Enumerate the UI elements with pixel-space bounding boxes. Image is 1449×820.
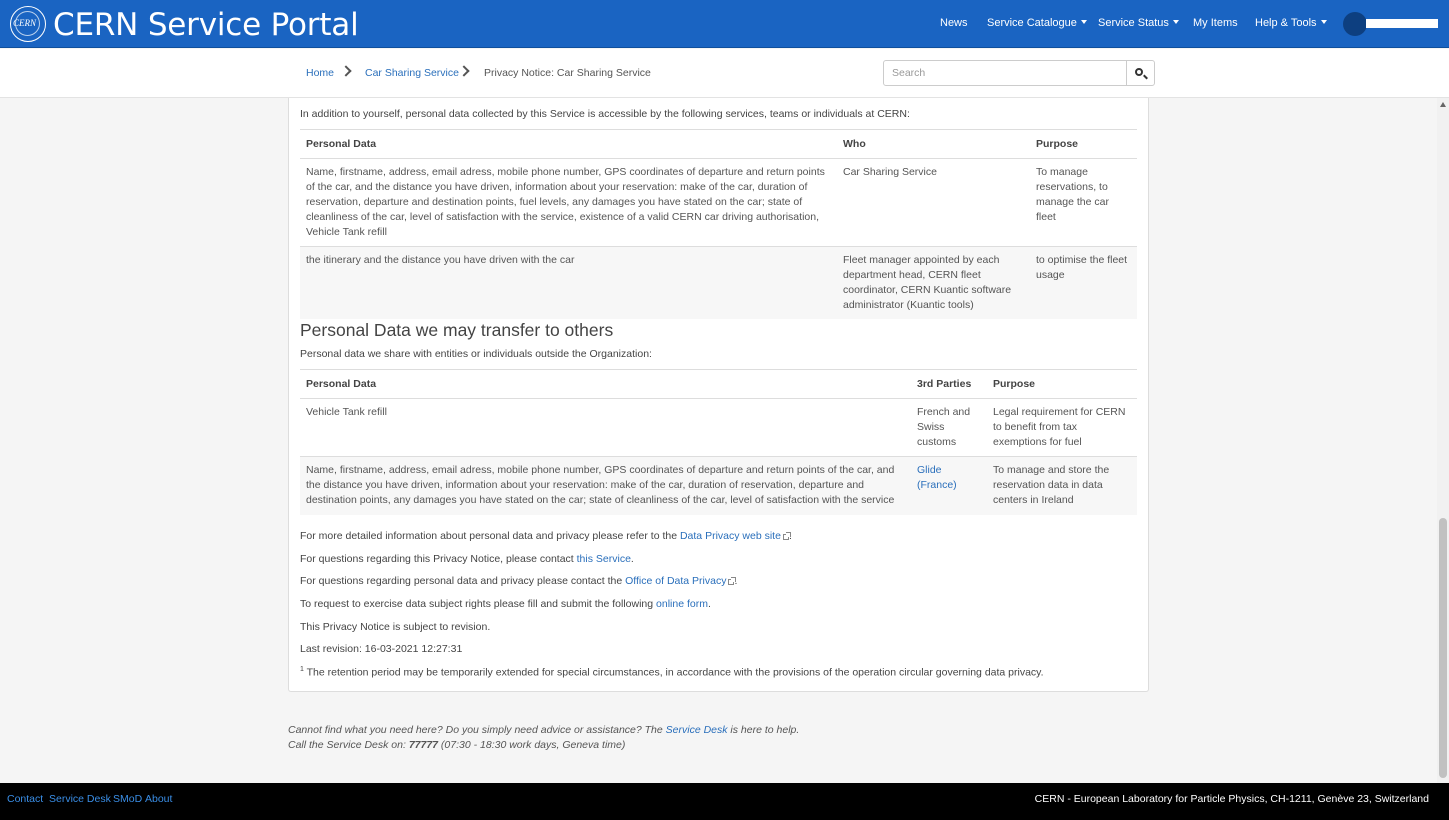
access-table: Personal Data Who Purpose Name, firstnam… — [300, 129, 1137, 319]
info-revision-note: This Privacy Notice is subject to revisi… — [300, 621, 491, 633]
transfer-intro: Personal data we share with entities or … — [300, 348, 652, 360]
cell-purpose: To manage and store the reservation data… — [987, 456, 1137, 515]
glide-link[interactable]: Glide (France) — [917, 464, 957, 491]
help-text: Call the Service Desk on: — [288, 739, 409, 751]
help-line-1: Cannot find what you need here? Do you s… — [288, 724, 799, 736]
transfer-table: Personal Data 3rd Parties Purpose Vehicl… — [300, 369, 1137, 515]
column-header-who: Who — [837, 129, 1030, 159]
search-icon — [1135, 68, 1143, 76]
column-header-third-parties: 3rd Parties — [911, 369, 987, 399]
help-text: (07:30 - 18:30 work days, Geneva time) — [438, 739, 626, 751]
cell-personal-data: the itinerary and the distance you have … — [300, 246, 837, 319]
help-text: is here to help. — [727, 724, 800, 736]
service-desk-number: 77777 — [408, 739, 439, 751]
nav-my-items[interactable]: My Items — [1193, 17, 1238, 29]
search-icon-handle — [1143, 74, 1148, 80]
caret-down-icon — [1320, 20, 1327, 24]
info-text: For more detailed information about pers… — [300, 530, 680, 542]
column-header-purpose: Purpose — [1030, 129, 1137, 159]
chevron-right-icon — [458, 65, 470, 77]
caret-down-icon — [1080, 20, 1087, 24]
info-text: To request to exercise data subject righ… — [300, 598, 657, 610]
scroll-thumb[interactable] — [1439, 518, 1447, 778]
table-row: the itinerary and the distance you have … — [300, 246, 1137, 319]
privacy-notice-card: In addition to yourself, personal data c… — [288, 98, 1149, 692]
search-input[interactable] — [883, 60, 1127, 86]
footer-smod-link[interactable]: SMoD — [113, 793, 142, 805]
table-header-row: Personal Data 3rd Parties Purpose — [300, 369, 1137, 399]
footer-service-desk-link[interactable]: Service Desk — [49, 793, 111, 805]
info-subject-rights: To request to exercise data subject righ… — [300, 598, 711, 610]
user-name-redacted[interactable] — [1366, 19, 1438, 28]
breadcrumb-car-sharing-service[interactable]: Car Sharing Service — [365, 67, 459, 79]
nav-service-catalogue-label: Service Catalogue — [987, 17, 1077, 29]
footer-about-link[interactable]: About — [145, 793, 172, 805]
info-text: For questions regarding personal data an… — [300, 575, 626, 587]
column-header-personal-data: Personal Data — [300, 129, 837, 159]
cell-third-party: Glide (France) — [911, 456, 987, 515]
logo-text: CERN — [13, 18, 37, 28]
nav-news[interactable]: News — [940, 17, 968, 29]
service-desk-link[interactable]: Service Desk — [666, 724, 728, 736]
footnote: 1 The retention period may be temporaril… — [300, 666, 1044, 679]
nav-help-tools[interactable]: Help & Tools — [1255, 17, 1327, 29]
page-footer: Contact Service Desk SMoD About CERN - E… — [0, 783, 1449, 820]
app-title[interactable]: CERN Service Portal — [53, 7, 359, 43]
external-link-icon — [728, 577, 737, 585]
caret-down-icon — [1172, 20, 1179, 24]
column-header-purpose: Purpose — [987, 369, 1137, 399]
help-line-2: Call the Service Desk on: 77777 (07:30 -… — [288, 739, 625, 751]
search-button[interactable] — [1126, 60, 1155, 86]
office-data-privacy-link[interactable]: Office of Data Privacy — [625, 575, 726, 587]
scroll-up-arrow-icon[interactable] — [1440, 102, 1446, 107]
info-office-privacy: For questions regarding personal data an… — [300, 575, 738, 587]
table-row: Name, firstname, address, email adress, … — [300, 158, 1137, 247]
this-service-link[interactable]: this Service — [577, 553, 631, 565]
external-link-icon — [782, 532, 791, 540]
footer-contact-link[interactable]: Contact — [7, 793, 43, 805]
footnote-text: The retention period may be temporarily … — [303, 666, 1044, 679]
access-intro: In addition to yourself, personal data c… — [300, 108, 910, 120]
cell-personal-data: Name, firstname, address, email adress, … — [300, 456, 911, 515]
cell-personal-data: Name, firstname, address, email adress, … — [300, 158, 837, 247]
nav-service-status[interactable]: Service Status — [1098, 17, 1179, 29]
breadcrumb-bar: Home Car Sharing Service Privacy Notice:… — [0, 49, 1449, 98]
last-revision: Last revision: 16-03-2021 12:27:31 — [300, 643, 463, 655]
info-contact-service: For questions regarding this Privacy Not… — [300, 553, 634, 565]
nav-service-catalogue[interactable]: Service Catalogue — [987, 17, 1087, 29]
table-row: Name, firstname, address, email adress, … — [300, 456, 1137, 515]
online-form-link[interactable]: online form — [656, 598, 708, 610]
nav-help-tools-label: Help & Tools — [1255, 17, 1317, 29]
page-scrollbar[interactable] — [1437, 98, 1449, 783]
cell-purpose: Legal requirement for CERN to benefit fr… — [987, 398, 1137, 457]
breadcrumb-current: Privacy Notice: Car Sharing Service — [484, 67, 651, 79]
nav-service-status-label: Service Status — [1098, 17, 1169, 29]
cell-who: Fleet manager appointed by each departme… — [837, 246, 1030, 319]
breadcrumb-home[interactable]: Home — [306, 67, 334, 79]
chevron-right-icon — [340, 65, 352, 77]
table-header-row: Personal Data Who Purpose — [300, 129, 1137, 159]
info-text: For questions regarding this Privacy Not… — [300, 553, 577, 565]
transfer-heading: Personal Data we may transfer to others — [300, 320, 614, 340]
help-text: Cannot find what you need here? Do you s… — [288, 724, 666, 736]
footer-address: CERN - European Laboratory for Particle … — [1034, 793, 1429, 805]
column-header-personal-data: Personal Data — [300, 369, 911, 399]
top-navbar: CERN CERN Service Portal News Service Ca… — [0, 0, 1449, 48]
cell-purpose: To manage reservations, to manage the ca… — [1030, 158, 1137, 247]
info-data-privacy: For more detailed information about pers… — [300, 530, 792, 542]
cell-third-party: French and Swiss customs — [911, 398, 987, 457]
cell-personal-data: Vehicle Tank refill — [300, 398, 911, 457]
cell-who: Car Sharing Service — [837, 158, 1030, 247]
user-avatar[interactable] — [1343, 12, 1367, 36]
table-row: Vehicle Tank refill French and Swiss cus… — [300, 398, 1137, 457]
cern-logo[interactable]: CERN — [10, 6, 46, 42]
data-privacy-link[interactable]: Data Privacy web site — [680, 530, 781, 542]
cell-purpose: to optimise the fleet usage — [1030, 246, 1137, 319]
